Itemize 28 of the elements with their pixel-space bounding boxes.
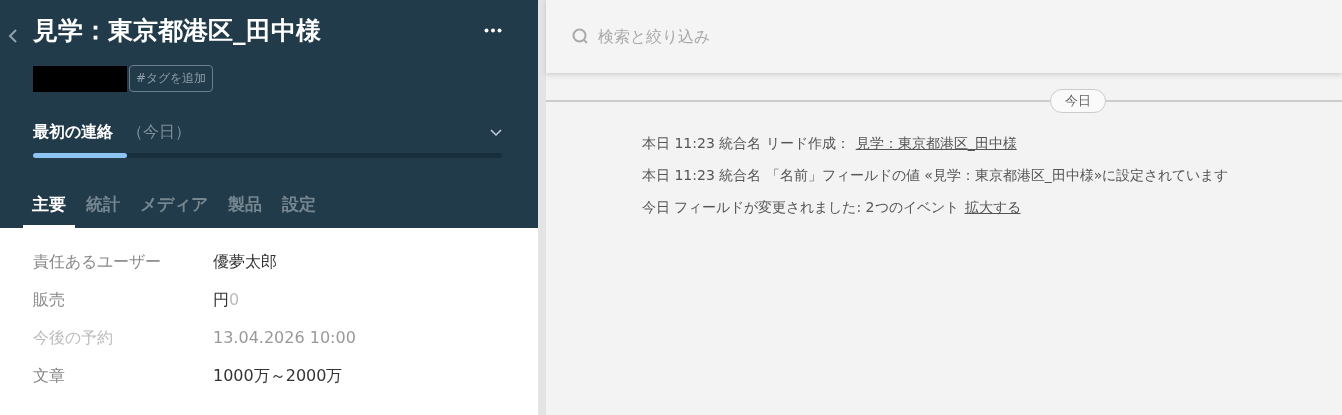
event-link[interactable]: 見学：東京都港区_田中様 [855, 135, 1017, 153]
feed-event: 本日 11:23 統合名 「名前」フィールドの値 «見学：東京都港区_田中様»に設定されています [642, 167, 1229, 185]
field-value: 優夢太郎 [213, 252, 278, 273]
tab[interactable]: 設定 [273, 187, 325, 228]
tab[interactable]: 主要 [23, 187, 75, 228]
feed-event: 今日 フィールドが変更されました: 2つのイベント [642, 199, 959, 217]
record-title: 見学：東京都港区_田中様 [33, 15, 322, 47]
back-icon[interactable] [8, 28, 18, 44]
field-label: 販売 [33, 290, 66, 311]
tab[interactable]: 製品 [219, 187, 271, 228]
stage-date: （今日） [127, 122, 191, 143]
field-label: 今後の予約 [33, 328, 114, 349]
search-icon [572, 27, 590, 46]
search-field[interactable]: 検索と絞り込み [596, 26, 996, 47]
feed-event: 本日 11:23 統合名 リード作成： [642, 135, 850, 153]
tab[interactable]: メディア [131, 187, 217, 228]
tab[interactable]: 統計 [77, 187, 129, 228]
field-value: 1000万～2000万 [213, 366, 344, 387]
field-label: 責任あるユーザー [33, 252, 162, 273]
more-icon[interactable] [484, 28, 502, 33]
field-label: 文章 [33, 366, 66, 387]
chevron-down-icon[interactable] [490, 128, 502, 137]
event-link[interactable]: 拡大する [964, 199, 1021, 217]
date-divider: 今日 [1049, 89, 1106, 113]
field-value: 円0 [213, 290, 241, 311]
add-tag-button[interactable]: #タグを追加 [129, 65, 214, 92]
field-value: 13.04.2026 10:00 [213, 328, 357, 349]
stage-name: 最初の連絡 [33, 122, 113, 143]
